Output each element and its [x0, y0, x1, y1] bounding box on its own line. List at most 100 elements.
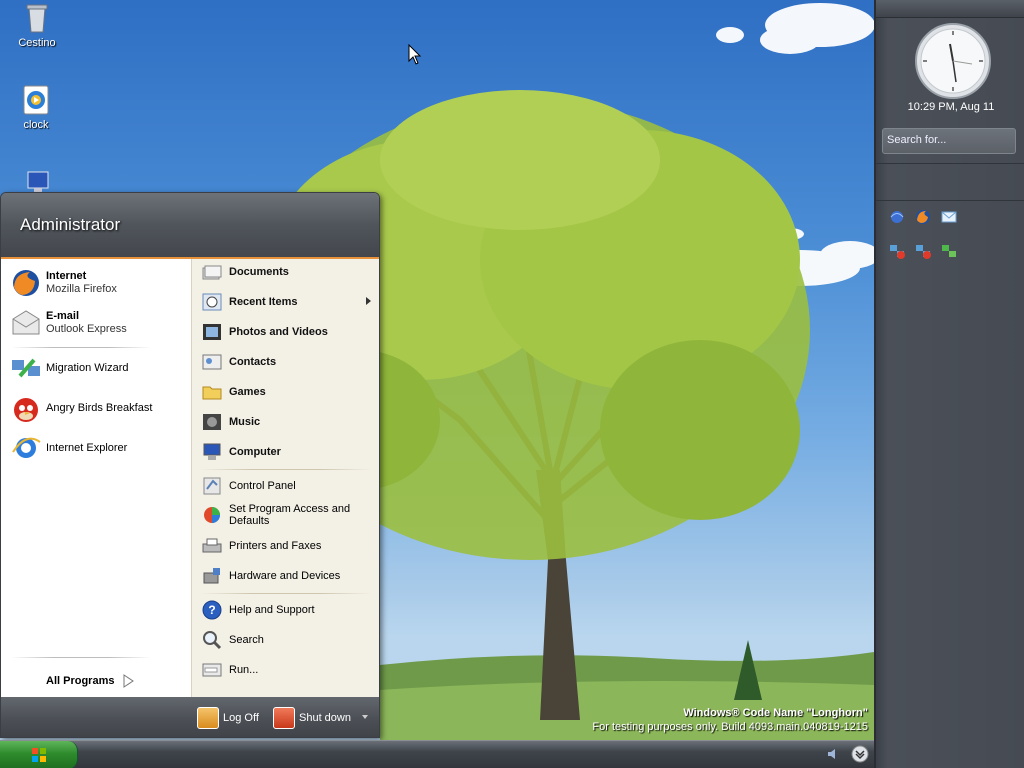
start-button[interactable]	[0, 741, 78, 768]
place-label: Contacts	[229, 356, 277, 368]
sidebar-tiles-row	[888, 208, 958, 226]
desktop-icon-recycle-bin[interactable]: Cestino	[1, 2, 73, 49]
pinned-item-title: E-mail	[46, 310, 80, 322]
place-label: Documents	[229, 266, 289, 278]
pinned-item-email[interactable]: E-mail Outlook Express	[10, 307, 127, 339]
start-menu: Administrator Internet Mozilla Firefox E…	[0, 192, 380, 738]
contacts-icon	[202, 354, 222, 370]
documents-icon	[202, 265, 222, 280]
photos-icon	[203, 324, 221, 340]
place-label: Games	[229, 386, 266, 398]
shut-down-button[interactable]: Shut down	[273, 707, 351, 729]
recent-items-icon	[202, 293, 222, 311]
help-label: Run...	[229, 664, 259, 676]
all-programs-label: All Programs	[46, 675, 115, 687]
power-icon	[273, 707, 295, 729]
recent-item-label: Migration Wizard	[46, 361, 129, 374]
svg-text:?: ?	[208, 603, 215, 617]
help-label: Help and Support	[229, 604, 315, 616]
taskbar	[0, 740, 874, 768]
left-pane-divider	[11, 657, 151, 658]
submenu-arrow-icon	[366, 297, 371, 305]
place-music[interactable]: Music	[201, 411, 371, 433]
system-label: Printers and Faxes	[229, 540, 322, 552]
system-program-access[interactable]: Set Program Access and Defaults	[201, 503, 371, 527]
pinned-item-subtitle: Outlook Express	[46, 323, 127, 335]
pinned-item-title: Internet	[46, 270, 87, 282]
start-menu-footer: Log Off Shut down	[1, 697, 379, 737]
all-programs-button[interactable]: All Programs	[46, 673, 136, 689]
ie-blue-icon[interactable]	[888, 208, 906, 226]
system-printers-faxes[interactable]: Printers and Faxes	[201, 535, 371, 557]
program-access-icon	[204, 507, 220, 523]
sidebar-divider	[876, 163, 1024, 164]
search[interactable]: Search	[201, 629, 371, 651]
expand-tray-chevron-icon[interactable]	[851, 745, 869, 763]
media-player-icon	[20, 84, 52, 116]
network-disconnected-icon[interactable]	[914, 242, 932, 260]
help-icon: ?	[202, 600, 222, 620]
system-label: Set Program Access and Defaults	[229, 503, 351, 527]
watermark-build: For testing purposes only. Build 4093.ma…	[592, 721, 868, 733]
right-pane-divider	[200, 469, 372, 470]
log-off-label: Log Off	[223, 712, 259, 724]
email-icon	[12, 310, 40, 335]
place-label: Computer	[229, 446, 281, 458]
sidebar: 10:29 PM, Aug 11 Search for...	[874, 0, 1024, 768]
left-pane-divider	[11, 347, 151, 348]
desktop-icon-clock[interactable]: clock	[0, 84, 72, 131]
place-label: Recent Items	[229, 296, 298, 308]
start-menu-right-pane: Documents Recent Items Photos and Videos…	[191, 259, 379, 697]
system-control-panel[interactable]: Control Panel	[201, 475, 371, 497]
firefox-icon[interactable]	[914, 208, 932, 226]
recent-item-internet-explorer[interactable]: Internet Explorer	[10, 432, 127, 464]
build-watermark: Windows® Code Name "Longhorn" For testin…	[592, 706, 868, 734]
place-label: Music	[229, 416, 261, 428]
recent-item-migration-wizard[interactable]: Migration Wizard	[10, 352, 129, 384]
help-and-support[interactable]: ? Help and Support	[201, 599, 371, 621]
sidebar-divider	[876, 200, 1024, 201]
volume-icon[interactable]	[826, 747, 840, 761]
desktop-icon-label: clock	[23, 119, 49, 131]
place-documents[interactable]: Documents	[201, 261, 371, 283]
clock-icon[interactable]	[914, 22, 992, 100]
recent-item-label: Angry Birds Breakfast	[46, 401, 153, 414]
run-icon	[202, 663, 222, 677]
control-panel-icon	[203, 477, 221, 495]
arrow-right-icon	[123, 674, 135, 688]
recycle-bin-icon	[21, 2, 53, 34]
shut-down-options-chevron-icon[interactable]	[362, 715, 368, 719]
music-icon	[203, 414, 221, 430]
search-icon	[203, 631, 222, 650]
right-pane-divider	[200, 593, 372, 594]
place-recent-items[interactable]: Recent Items	[201, 291, 371, 313]
start-menu-left-pane: Internet Mozilla Firefox E-mail Outlook …	[1, 259, 191, 697]
sidebar-tiles-row	[888, 242, 958, 260]
place-photos-videos[interactable]: Photos and Videos	[201, 321, 371, 343]
computer-icon	[203, 443, 221, 460]
network-disconnected-icon[interactable]	[888, 242, 906, 260]
place-contacts[interactable]: Contacts	[201, 351, 371, 373]
pinned-item-internet[interactable]: Internet Mozilla Firefox	[10, 267, 117, 299]
place-computer[interactable]: Computer	[201, 441, 371, 463]
system-label: Control Panel	[229, 480, 296, 492]
recent-item-angry-birds[interactable]: Angry Birds Breakfast	[10, 392, 152, 424]
printer-icon	[202, 538, 222, 553]
watermark-title: Windows® Code Name "Longhorn"	[683, 707, 868, 719]
user-name: Administrator	[20, 215, 121, 234]
sidebar-search-input[interactable]: Search for...	[882, 128, 1016, 154]
start-menu-header: Administrator	[1, 193, 379, 259]
shut-down-label: Shut down	[299, 712, 351, 724]
system-hardware-devices[interactable]: Hardware and Devices	[201, 565, 371, 587]
internet-explorer-icon	[12, 437, 41, 458]
run[interactable]: Run...	[201, 659, 371, 681]
place-games[interactable]: Games	[201, 381, 371, 403]
sidebar-top-strip	[876, 0, 1024, 18]
network-icon[interactable]	[940, 242, 958, 260]
windows-flag-icon	[32, 748, 46, 762]
system-label: Hardware and Devices	[229, 570, 341, 582]
outlook-icon[interactable]	[940, 208, 958, 226]
log-off-button[interactable]: Log Off	[197, 707, 259, 729]
mouse-cursor-icon	[408, 44, 422, 65]
desktop-icon-label: Cestino	[18, 37, 56, 49]
